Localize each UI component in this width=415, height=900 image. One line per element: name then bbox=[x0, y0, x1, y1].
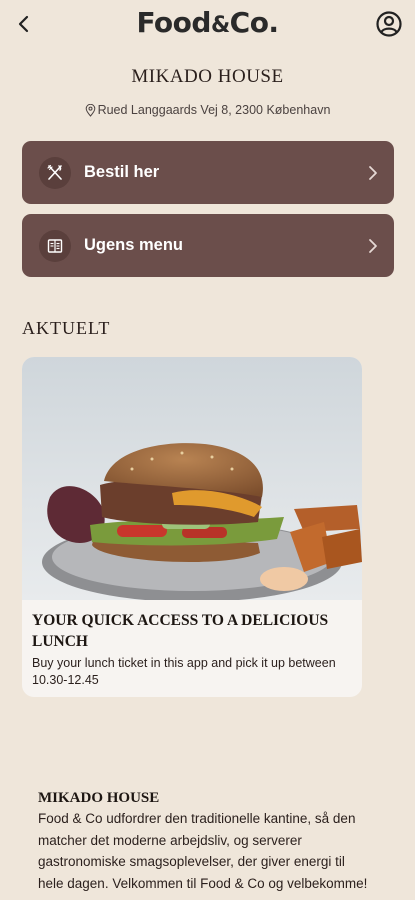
brand-ampersand: & bbox=[210, 13, 230, 38]
news-card[interactable]: YOUR QUICK ACCESS TO A DELICIOUS LUNCH B… bbox=[22, 357, 362, 697]
news-headline: YOUR QUICK ACCESS TO A DELICIOUS LUNCH bbox=[32, 612, 329, 650]
brand-logo: Food&Co. bbox=[0, 6, 415, 39]
weekly-menu-button-label: Ugens menu bbox=[84, 236, 184, 254]
order-button-label: Bestil her bbox=[84, 163, 160, 181]
menu-card-icon bbox=[39, 229, 71, 262]
address-text: Rued Langgaards Vej 8, 2300 København bbox=[97, 103, 331, 117]
order-button[interactable]: Bestil her bbox=[22, 141, 394, 204]
about-title: MIKADO HOUSE bbox=[38, 790, 160, 806]
brand-name: Food bbox=[136, 6, 211, 39]
venue-title: MIKADO HOUSE bbox=[131, 66, 284, 87]
location-pin-icon bbox=[85, 103, 95, 117]
top-bar: Food&Co. bbox=[0, 0, 415, 52]
about-body: Food & Co udfordrer den traditionelle ka… bbox=[38, 811, 368, 891]
chevron-right-icon bbox=[369, 165, 377, 180]
brand-suffix: Co. bbox=[229, 6, 279, 39]
venue-address: Rued Langgaards Vej 8, 2300 København bbox=[0, 103, 415, 117]
chevron-right-icon bbox=[369, 238, 377, 253]
profile-button[interactable] bbox=[375, 10, 403, 38]
user-icon bbox=[376, 11, 402, 37]
burger-photo bbox=[22, 357, 362, 600]
cutlery-icon bbox=[39, 156, 71, 189]
weekly-menu-button[interactable]: Ugens menu bbox=[22, 214, 394, 277]
news-body: Buy your lunch ticket in this app and pi… bbox=[32, 656, 336, 687]
news-section-title: AKTUELT bbox=[22, 318, 111, 338]
